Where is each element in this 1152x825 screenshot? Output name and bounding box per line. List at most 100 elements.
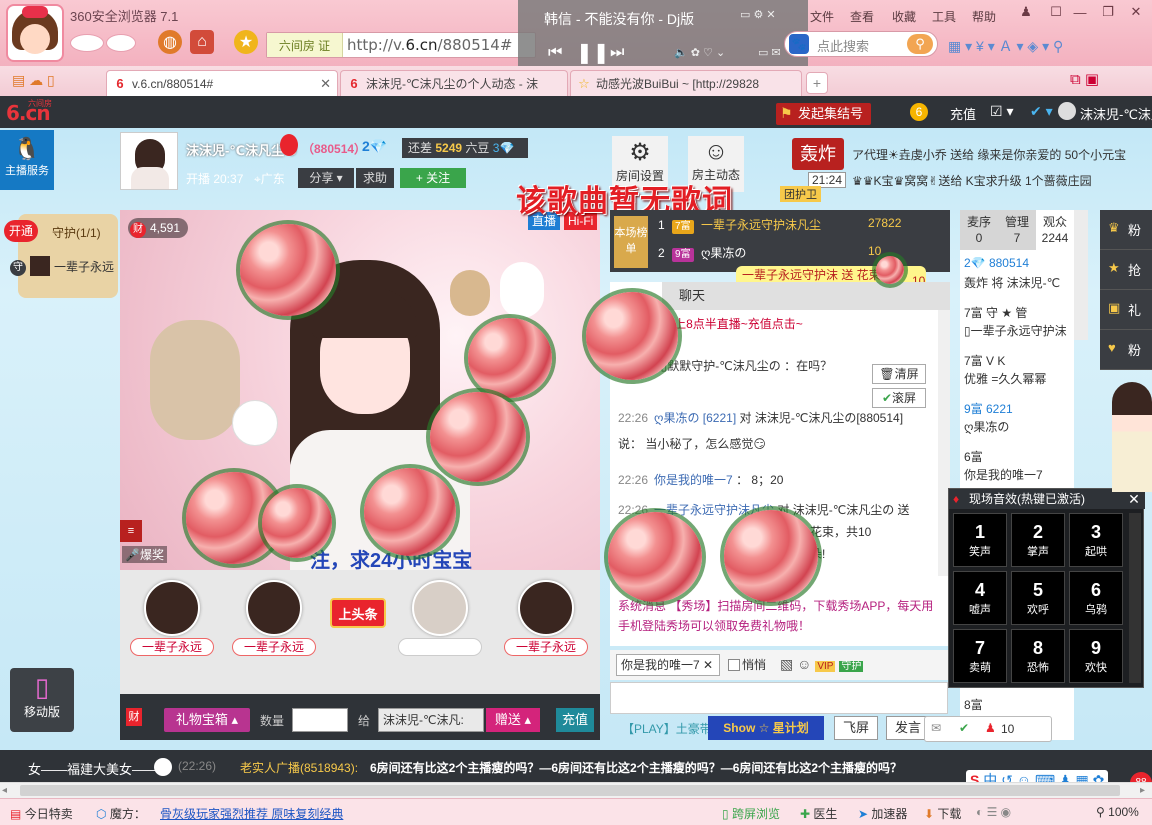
sfx-key-5[interactable]: 5 欢呼	[1011, 571, 1065, 625]
seat-1[interactable]: 一辈子永远	[130, 580, 214, 660]
right-item-fans[interactable]: ♛ 粉	[1100, 210, 1152, 250]
address-bar[interactable]: 六间房 证 http://v.6.cn/880514#	[266, 32, 536, 58]
right-item-fans2[interactable]: ♥ 粉	[1100, 330, 1152, 370]
menu-help[interactable]: 帮助	[972, 8, 996, 25]
tab-tools-icon[interactable]: ▤ ☁ ▯	[12, 72, 55, 89]
rank-row-2[interactable]: 2 9富 ღ果冻の 10	[658, 244, 948, 268]
follow-button[interactable]: + 关注	[400, 168, 466, 188]
audience-row[interactable]: 2💎 880514	[964, 256, 1072, 270]
tab-1[interactable]: 6 v.6.cn/880514# ✕	[106, 70, 338, 96]
tab-other[interactable]	[722, 282, 774, 310]
home-icon[interactable]: ⌂	[190, 30, 214, 54]
scroll-thumb[interactable]	[20, 785, 1120, 796]
sfx-key-4[interactable]: 4 嘘声	[953, 571, 1007, 625]
guard-member-avatar[interactable]	[30, 256, 50, 276]
broadcast-source[interactable]: 老实人广播(8518943):	[240, 759, 358, 776]
rank-label[interactable]: 本场榜单	[614, 216, 648, 268]
edit-icon[interactable]: ☑ ▾	[990, 103, 1013, 120]
doctor[interactable]: ✚ 医生	[800, 805, 837, 822]
wealth-side-tag[interactable]: 财	[126, 708, 142, 726]
audience-row[interactable]: 你是我的唯一7	[964, 466, 1072, 483]
coin-count[interactable]: 6	[910, 103, 928, 121]
open-guard-button[interactable]: 开通	[4, 220, 38, 242]
status-extra-icons[interactable]: ◐ ☰ ◉	[976, 805, 1011, 819]
audience-row[interactable]: 轰炸 将 沫沫児-℃	[964, 274, 1072, 291]
new-tab-button[interactable]: +	[806, 72, 828, 94]
menu-favorites[interactable]: 收藏	[892, 8, 916, 25]
audience-row[interactable]: 优雅 =久久幂幂	[964, 370, 1072, 387]
skin-icon[interactable]: ♟	[1014, 4, 1038, 20]
play-label[interactable]: 【PLAY】土豪带	[622, 720, 712, 737]
right-item-grab[interactable]: ★ 抢	[1100, 250, 1152, 290]
menu-view[interactable]: 查看	[850, 8, 874, 25]
headline-button[interactable]: 上头条	[330, 598, 386, 628]
user-avatar[interactable]	[1058, 102, 1076, 120]
guard-member-name[interactable]: 一辈子永远	[54, 258, 114, 275]
search-engine-icon[interactable]: 🐾	[789, 34, 809, 54]
rank-row-1[interactable]: 1 7富 一辈子永远守护沫凡尘 27822	[658, 216, 948, 240]
next-track-icon[interactable]: ⏭	[610, 44, 624, 62]
magic-cube[interactable]: ⬡ 魔方：	[96, 805, 146, 822]
promo-link[interactable]: 骨灰级玩家强烈推荐 原味复刻经典	[160, 805, 343, 822]
tab-audience[interactable]: 观众 2244	[1036, 210, 1074, 250]
player-mini-icon[interactable]: ▭ ⚙ ✕	[740, 8, 776, 21]
site-verify-tag[interactable]: 六间房 证	[267, 33, 343, 57]
fly-screen-button[interactable]: 飞屏	[834, 716, 878, 740]
browser-skin-avatar[interactable]	[6, 4, 64, 62]
maximize-icon[interactable]: ❐	[1096, 4, 1120, 20]
tab-2[interactable]: 6 沫沫児-℃沫凡尘の个人动态 - 沫	[340, 70, 568, 96]
boom-badge[interactable]: 轰炸	[792, 138, 844, 170]
seat-3[interactable]	[398, 580, 482, 660]
accelerator[interactable]: ➤ 加速器	[858, 805, 907, 822]
mail-icon[interactable]: ✉	[931, 721, 941, 735]
today-deals[interactable]: ▤ 今日特卖	[10, 805, 73, 822]
tab-admins[interactable]: 管理 7	[998, 210, 1036, 250]
cross-screen[interactable]: ▯ 跨屏浏览	[722, 805, 780, 822]
share-button[interactable]: 分享 ▾	[298, 168, 354, 188]
explode-prize[interactable]: 🎤爆奖	[122, 546, 167, 563]
chat-target-select[interactable]: 你是我的唯一7 ✕	[616, 654, 720, 676]
audience-scrollbar[interactable]	[1074, 210, 1088, 340]
scroll-left-icon[interactable]: ◂	[2, 785, 7, 796]
right-item-gift[interactable]: ▣ 礼	[1100, 290, 1152, 330]
horizontal-scrollbar[interactable]: ◂ ▸	[0, 782, 1152, 798]
audience-row[interactable]: 7富 V K	[964, 352, 1072, 369]
sfx-scrollbar[interactable]	[1129, 513, 1141, 683]
host-avatar[interactable]	[120, 132, 178, 190]
audience-row[interactable]: ღ果冻の	[964, 418, 1072, 435]
host-service-button[interactable]: 🐧 主播服务	[0, 130, 54, 190]
downloads[interactable]: ⬇ 下载	[924, 805, 961, 822]
restore-small-icon[interactable]: ☐	[1044, 4, 1068, 20]
player-extra-icon[interactable]: ▭ ✉	[758, 46, 781, 59]
auto-scroll-button[interactable]: ✔滚屏	[872, 388, 926, 408]
sfx-key-1[interactable]: 1 笑声	[953, 513, 1007, 567]
top-recharge-link[interactable]: 充值	[950, 104, 976, 123]
close-icon[interactable]: ✕	[1124, 4, 1148, 20]
menu-list-icon[interactable]: ≡	[120, 520, 142, 542]
tab-close-icon[interactable]: ✕	[314, 76, 331, 92]
prev-track-icon[interactable]: ⏮	[548, 44, 562, 62]
check-circle-icon[interactable]: ✔	[959, 721, 969, 735]
volume-icon[interactable]: 🔈 ✿ ♡ ⌄	[674, 46, 725, 59]
wing-icon[interactable]	[106, 34, 136, 52]
audience-row[interactable]: 6富	[964, 448, 1072, 465]
mobile-version-button[interactable]: ▯ 移动版	[10, 668, 74, 732]
sfx-key-9[interactable]: 9 欢快	[1069, 629, 1123, 683]
scroll-right-icon[interactable]: ▸	[1140, 785, 1145, 796]
guard-count[interactable]: 守护(1/1)	[52, 224, 101, 241]
star-icon[interactable]: ★	[234, 30, 258, 54]
seat-4[interactable]: 一辈子永远	[504, 580, 588, 660]
sfx-key-3[interactable]: 3 起哄	[1069, 513, 1123, 567]
toolbar-extension-icons[interactable]: ▦ ▾ ¥ ▾ Ａ ▾ ◈ ▾ ⚲	[948, 36, 1063, 56]
chat-tool-icons[interactable]: ▧ ☺ VIP 守护	[780, 656, 864, 673]
sfx-key-6[interactable]: 6 乌鸦	[1069, 571, 1123, 625]
broadcast-user[interactable]: 女——福建大美女——	[28, 759, 158, 778]
tab-mic-queue[interactable]: 麦序 0	[960, 210, 998, 250]
audience-row[interactable]: 8富	[964, 696, 1072, 713]
recharge-button[interactable]: 充值	[556, 708, 594, 732]
menu-file[interactable]: 文件	[810, 8, 834, 25]
minimize-icon[interactable]: —	[1068, 4, 1092, 20]
tab-chat[interactable]: 聊天	[666, 282, 718, 310]
audience-row[interactable]: 7富 守 ★ 管	[964, 304, 1072, 321]
sfx-key-8[interactable]: 8 恐怖	[1011, 629, 1065, 683]
